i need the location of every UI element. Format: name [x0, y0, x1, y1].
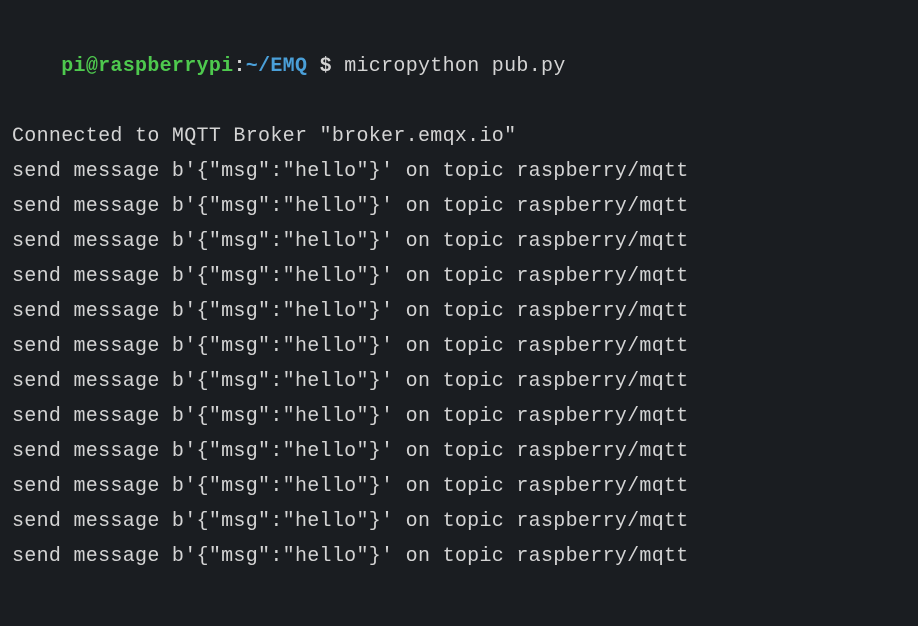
message-output-line: send message b'{"msg":"hello"}' on topic… [12, 259, 906, 294]
message-output-line: send message b'{"msg":"hello"}' on topic… [12, 189, 906, 224]
message-output-line: send message b'{"msg":"hello"}' on topic… [12, 504, 906, 539]
message-output-line: send message b'{"msg":"hello"}' on topic… [12, 399, 906, 434]
message-output-line: send message b'{"msg":"hello"}' on topic… [12, 224, 906, 259]
user-host: pi@raspberrypi [61, 55, 233, 78]
current-path: ~/EMQ [246, 55, 308, 78]
message-output-line: send message b'{"msg":"hello"}' on topic… [12, 434, 906, 469]
prompt-line: pi@raspberrypi:~/EMQ $ micropython pub.p… [12, 14, 906, 119]
command-text: micropython pub.py [344, 55, 565, 78]
message-output-line: send message b'{"msg":"hello"}' on topic… [12, 294, 906, 329]
message-output-line: send message b'{"msg":"hello"}' on topic… [12, 329, 906, 364]
terminal-window[interactable]: pi@raspberrypi:~/EMQ $ micropython pub.p… [12, 14, 906, 574]
message-output-container: send message b'{"msg":"hello"}' on topic… [12, 154, 906, 574]
message-output-line: send message b'{"msg":"hello"}' on topic… [12, 364, 906, 399]
prompt-dollar: $ [307, 55, 344, 78]
message-output-line: send message b'{"msg":"hello"}' on topic… [12, 154, 906, 189]
prompt-colon: : [233, 55, 245, 78]
connected-output: Connected to MQTT Broker "broker.emqx.io… [12, 119, 906, 154]
message-output-line: send message b'{"msg":"hello"}' on topic… [12, 469, 906, 504]
message-output-line: send message b'{"msg":"hello"}' on topic… [12, 539, 906, 574]
